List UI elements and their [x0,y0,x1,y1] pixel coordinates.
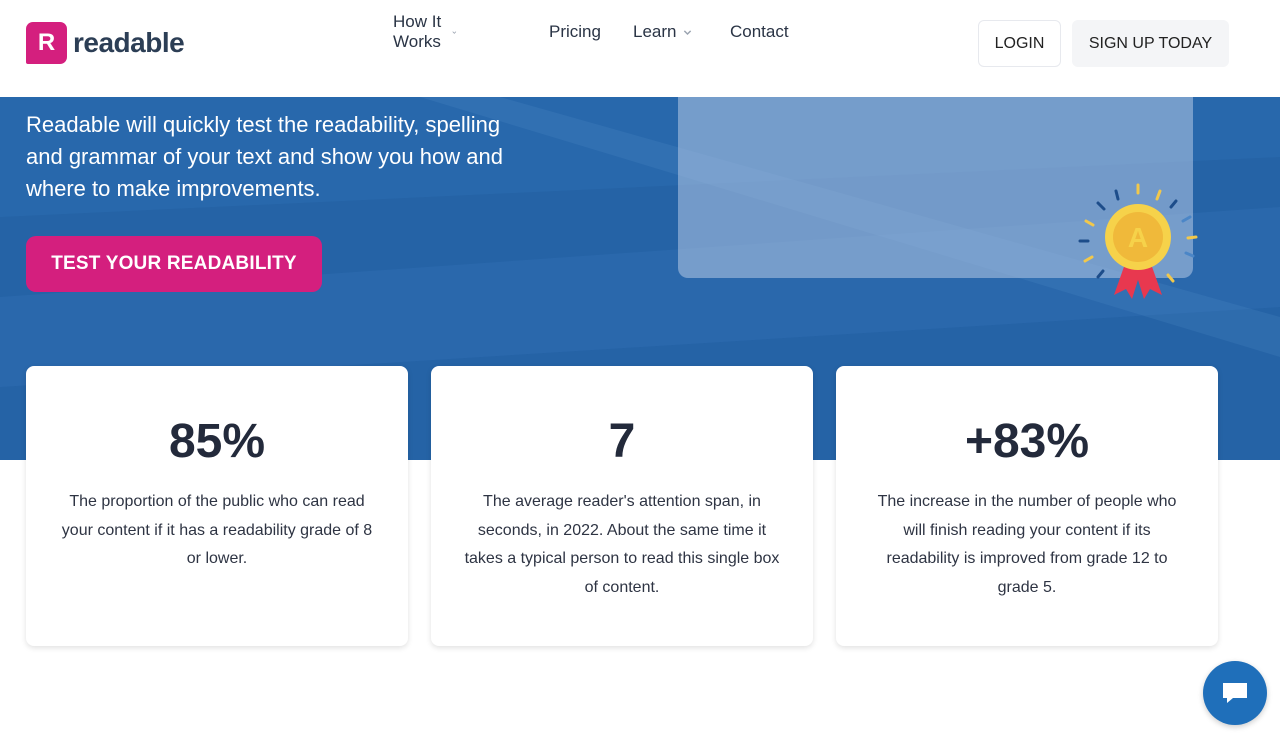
stat-description: The average reader's attention span, in … [464,493,780,596]
stat-card-readability-grade: 85% The proportion of the public who can… [26,366,408,646]
stat-card-finish-reading: +83% The increase in the number of peopl… [836,366,1218,646]
chevron-down-icon [452,30,457,34]
chat-bubble-icon [1223,683,1247,703]
medal-letter: A [1128,222,1148,253]
nav-learn[interactable]: Learn [633,21,692,43]
login-button[interactable]: LOGIN [978,20,1061,67]
stat-value: +83% [964,415,1090,468]
award-medal-icon: A [1078,183,1198,299]
nav-learn-label: Learn [633,22,677,41]
nav-how-it-works-label: How It Works [393,12,442,51]
test-readability-button[interactable]: TEST YOUR READABILITY [26,236,322,292]
logo-badge: R [26,22,67,64]
logo[interactable]: R readable [26,22,185,64]
stat-value: 85% [168,415,266,468]
logo-text: readable [73,27,185,58]
nav-contact[interactable]: Contact [730,21,789,43]
nav-pricing[interactable]: Pricing [549,21,601,43]
chevron-down-icon [684,29,692,35]
stat-description: The proportion of the public who can rea… [61,493,373,567]
stat-card-attention-span: 7 The average reader's attention span, i… [431,366,813,646]
nav-contact-label: Contact [730,22,789,41]
chat-button[interactable] [1203,661,1267,725]
hero-description: Readable will quickly test the readabili… [26,112,503,201]
sign-up-button[interactable]: SIGN UP TODAY [1072,20,1229,67]
stat-value: 7 [608,415,636,468]
nav-pricing-label: Pricing [549,22,601,41]
nav-how-it-works[interactable]: How It Works [393,12,457,51]
site-header: R readable How It Works Pricing Learn Co… [0,0,1280,97]
stat-description: The increase in the number of people who… [877,493,1177,596]
